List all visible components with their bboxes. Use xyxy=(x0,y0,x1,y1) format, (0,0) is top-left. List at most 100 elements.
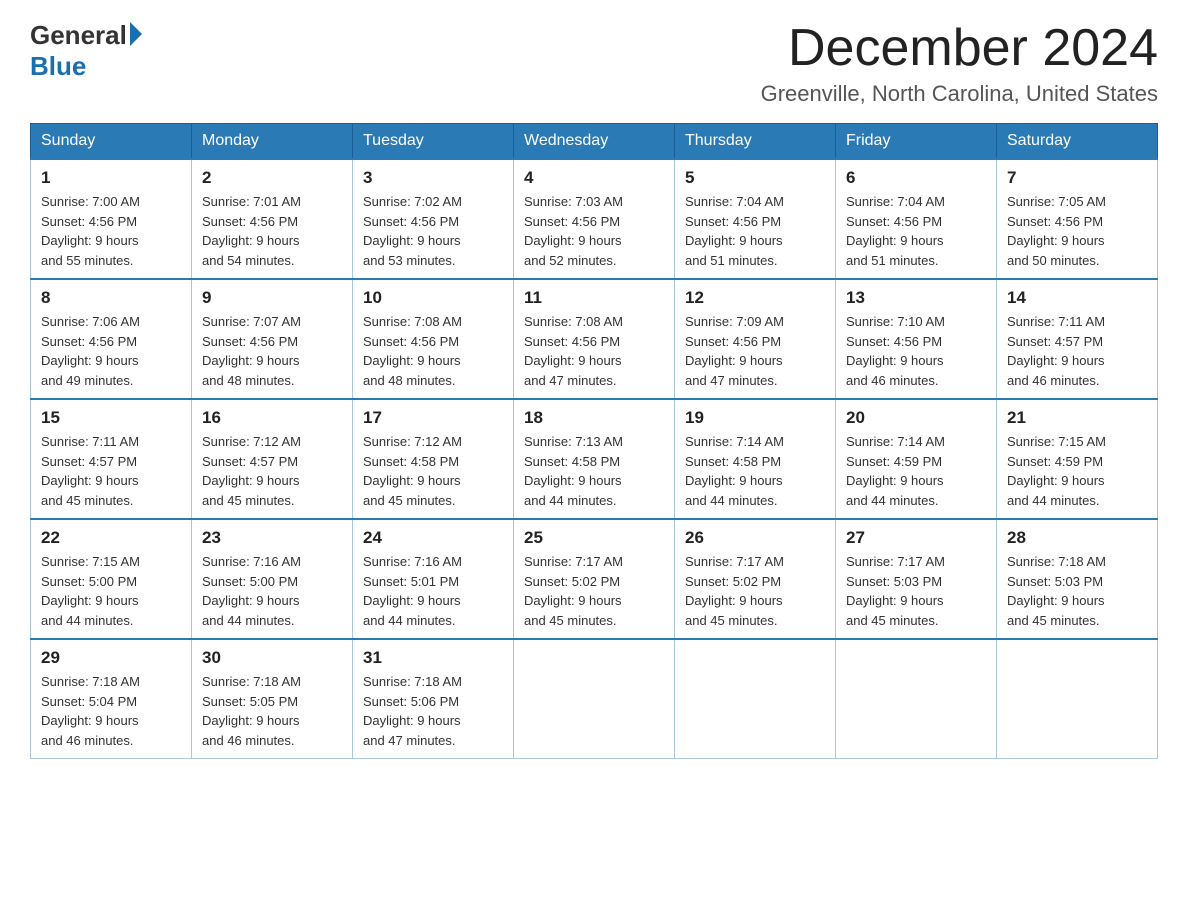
day-info: Sunrise: 7:05 AMSunset: 4:56 PMDaylight:… xyxy=(1007,192,1147,270)
day-number: 21 xyxy=(1007,408,1147,428)
day-number: 12 xyxy=(685,288,825,308)
calendar-cell: 9 Sunrise: 7:07 AMSunset: 4:56 PMDaylight… xyxy=(192,279,353,399)
day-number: 18 xyxy=(524,408,664,428)
calendar-cell: 29Sunrise: 7:18 AMSunset: 5:04 PMDayligh… xyxy=(31,639,192,759)
day-info: Sunrise: 7:00 AMSunset: 4:56 PMDaylight:… xyxy=(41,192,181,270)
day-number: 31 xyxy=(363,648,503,668)
day-number: 22 xyxy=(41,528,181,548)
day-number: 14 xyxy=(1007,288,1147,308)
calendar-cell: 19Sunrise: 7:14 AMSunset: 4:58 PMDayligh… xyxy=(675,399,836,519)
day-header-saturday: Saturday xyxy=(997,124,1158,160)
day-info: Sunrise: 7:12 AMSunset: 4:58 PMDaylight:… xyxy=(363,432,503,510)
calendar-cell: 6 Sunrise: 7:04 AMSunset: 4:56 PMDaylight… xyxy=(836,159,997,279)
calendar-cell: 17 Sunrise: 7:12 AMSunset: 4:58 PMDayligh… xyxy=(353,399,514,519)
logo-arrow-icon xyxy=(130,22,142,46)
day-number: 19 xyxy=(685,408,825,428)
day-number: 3 xyxy=(363,168,503,188)
calendar-cell: 1 Sunrise: 7:00 AMSunset: 4:56 PMDaylight… xyxy=(31,159,192,279)
day-info: Sunrise: 7:16 AMSunset: 5:00 PMDaylight:… xyxy=(202,552,342,630)
calendar-cell: 2Sunrise: 7:01 AMSunset: 4:56 PMDaylight… xyxy=(192,159,353,279)
day-info: Sunrise: 7:08 AMSunset: 4:56 PMDaylight:… xyxy=(363,312,503,390)
day-number: 4 xyxy=(524,168,664,188)
calendar-cell: 20Sunrise: 7:14 AMSunset: 4:59 PMDayligh… xyxy=(836,399,997,519)
location-title: Greenville, North Carolina, United State… xyxy=(761,81,1158,107)
day-number: 9 xyxy=(202,288,342,308)
day-info: Sunrise: 7:15 AMSunset: 5:00 PMDaylight:… xyxy=(41,552,181,630)
calendar-cell: 18 Sunrise: 7:13 AMSunset: 4:58 PMDayligh… xyxy=(514,399,675,519)
day-info: Sunrise: 7:17 AMSunset: 5:02 PMDaylight:… xyxy=(524,552,664,630)
day-number: 28 xyxy=(1007,528,1147,548)
calendar-cell: 28Sunrise: 7:18 AMSunset: 5:03 PMDayligh… xyxy=(997,519,1158,639)
calendar-cell: 10 Sunrise: 7:08 AMSunset: 4:56 PMDayligh… xyxy=(353,279,514,399)
calendar-cell: 24 Sunrise: 7:16 AMSunset: 5:01 PMDayligh… xyxy=(353,519,514,639)
calendar-cell: 8 Sunrise: 7:06 AMSunset: 4:56 PMDaylight… xyxy=(31,279,192,399)
calendar-cell: 15 Sunrise: 7:11 AMSunset: 4:57 PMDayligh… xyxy=(31,399,192,519)
day-number: 8 xyxy=(41,288,181,308)
day-info: Sunrise: 7:06 AMSunset: 4:56 PMDaylight:… xyxy=(41,312,181,390)
calendar-cell: 4 Sunrise: 7:03 AMSunset: 4:56 PMDaylight… xyxy=(514,159,675,279)
calendar-cell: 5 Sunrise: 7:04 AMSunset: 4:56 PMDaylight… xyxy=(675,159,836,279)
calendar-cell: 12 Sunrise: 7:09 AMSunset: 4:56 PMDayligh… xyxy=(675,279,836,399)
calendar-cell: 31 Sunrise: 7:18 AMSunset: 5:06 PMDayligh… xyxy=(353,639,514,759)
day-number: 24 xyxy=(363,528,503,548)
day-number: 10 xyxy=(363,288,503,308)
calendar-cell: 23 Sunrise: 7:16 AMSunset: 5:00 PMDayligh… xyxy=(192,519,353,639)
calendar-cell xyxy=(514,639,675,759)
day-header-wednesday: Wednesday xyxy=(514,124,675,160)
day-info: Sunrise: 7:18 AMSunset: 5:06 PMDaylight:… xyxy=(363,672,503,750)
logo-blue-text: Blue xyxy=(30,51,86,82)
calendar-week-row: 29Sunrise: 7:18 AMSunset: 5:04 PMDayligh… xyxy=(31,639,1158,759)
day-number: 20 xyxy=(846,408,986,428)
day-number: 25 xyxy=(524,528,664,548)
month-title: December 2024 xyxy=(761,20,1158,77)
calendar-week-row: 1 Sunrise: 7:00 AMSunset: 4:56 PMDaylight… xyxy=(31,159,1158,279)
calendar-week-row: 8 Sunrise: 7:06 AMSunset: 4:56 PMDaylight… xyxy=(31,279,1158,399)
calendar-cell: 7 Sunrise: 7:05 AMSunset: 4:56 PMDaylight… xyxy=(997,159,1158,279)
day-info: Sunrise: 7:08 AMSunset: 4:56 PMDaylight:… xyxy=(524,312,664,390)
title-area: December 2024 Greenville, North Carolina… xyxy=(761,20,1158,107)
calendar-cell: 25 Sunrise: 7:17 AMSunset: 5:02 PMDayligh… xyxy=(514,519,675,639)
day-info: Sunrise: 7:09 AMSunset: 4:56 PMDaylight:… xyxy=(685,312,825,390)
calendar-cell: 30 Sunrise: 7:18 AMSunset: 5:05 PMDayligh… xyxy=(192,639,353,759)
day-info: Sunrise: 7:16 AMSunset: 5:01 PMDaylight:… xyxy=(363,552,503,630)
calendar-week-row: 22 Sunrise: 7:15 AMSunset: 5:00 PMDayligh… xyxy=(31,519,1158,639)
calendar-cell: 13Sunrise: 7:10 AMSunset: 4:56 PMDayligh… xyxy=(836,279,997,399)
day-number: 17 xyxy=(363,408,503,428)
day-number: 27 xyxy=(846,528,986,548)
calendar-cell xyxy=(675,639,836,759)
day-number: 16 xyxy=(202,408,342,428)
day-header-friday: Friday xyxy=(836,124,997,160)
calendar-cell: 11 Sunrise: 7:08 AMSunset: 4:56 PMDayligh… xyxy=(514,279,675,399)
day-header-sunday: Sunday xyxy=(31,124,192,160)
day-info: Sunrise: 7:18 AMSunset: 5:05 PMDaylight:… xyxy=(202,672,342,750)
day-info: Sunrise: 7:04 AMSunset: 4:56 PMDaylight:… xyxy=(685,192,825,270)
day-number: 11 xyxy=(524,288,664,308)
day-info: Sunrise: 7:03 AMSunset: 4:56 PMDaylight:… xyxy=(524,192,664,270)
day-number: 29 xyxy=(41,648,181,668)
day-info: Sunrise: 7:04 AMSunset: 4:56 PMDaylight:… xyxy=(846,192,986,270)
day-number: 30 xyxy=(202,648,342,668)
day-number: 15 xyxy=(41,408,181,428)
day-info: Sunrise: 7:02 AMSunset: 4:56 PMDaylight:… xyxy=(363,192,503,270)
day-header-tuesday: Tuesday xyxy=(353,124,514,160)
day-number: 23 xyxy=(202,528,342,548)
day-info: Sunrise: 7:12 AMSunset: 4:57 PMDaylight:… xyxy=(202,432,342,510)
day-info: Sunrise: 7:07 AMSunset: 4:56 PMDaylight:… xyxy=(202,312,342,390)
day-info: Sunrise: 7:13 AMSunset: 4:58 PMDaylight:… xyxy=(524,432,664,510)
day-header-monday: Monday xyxy=(192,124,353,160)
calendar-table: SundayMondayTuesdayWednesdayThursdayFrid… xyxy=(30,123,1158,759)
day-number: 6 xyxy=(846,168,986,188)
calendar-week-row: 15 Sunrise: 7:11 AMSunset: 4:57 PMDayligh… xyxy=(31,399,1158,519)
calendar-cell xyxy=(997,639,1158,759)
day-info: Sunrise: 7:15 AMSunset: 4:59 PMDaylight:… xyxy=(1007,432,1147,510)
day-number: 1 xyxy=(41,168,181,188)
logo: General Blue xyxy=(30,20,142,82)
header: General Blue December 2024 Greenville, N… xyxy=(30,20,1158,107)
calendar-cell: 14Sunrise: 7:11 AMSunset: 4:57 PMDayligh… xyxy=(997,279,1158,399)
day-number: 7 xyxy=(1007,168,1147,188)
day-number: 13 xyxy=(846,288,986,308)
day-number: 5 xyxy=(685,168,825,188)
calendar-header-row: SundayMondayTuesdayWednesdayThursdayFrid… xyxy=(31,124,1158,160)
calendar-cell: 26Sunrise: 7:17 AMSunset: 5:02 PMDayligh… xyxy=(675,519,836,639)
day-info: Sunrise: 7:11 AMSunset: 4:57 PMDaylight:… xyxy=(41,432,181,510)
